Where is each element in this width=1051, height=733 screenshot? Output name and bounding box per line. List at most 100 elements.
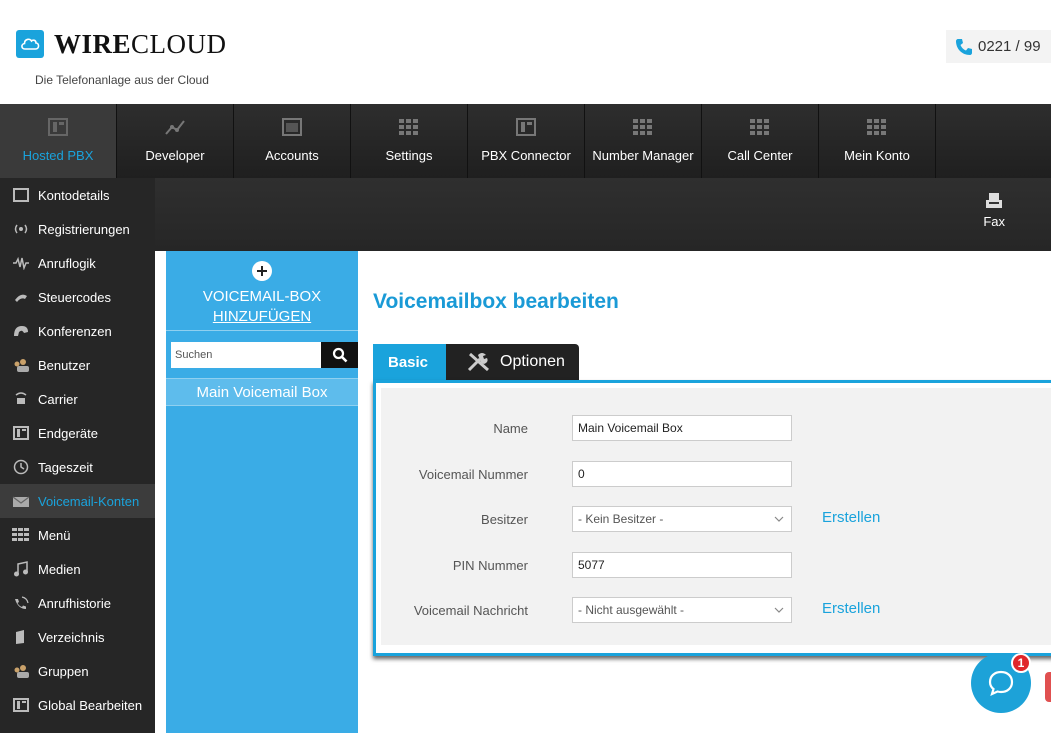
feedback-tab[interactable] [1045,672,1051,702]
sidebar-item-voicemail-konten[interactable]: Voicemail-Konten [0,484,155,518]
voicemail-list-panel: VOICEMAIL-BOX HINZUFÜGEN Main Voicemail … [166,251,358,733]
chevron-down-icon [774,516,784,522]
nav-accounts[interactable]: Accounts [234,104,351,178]
form-row-name: Name [381,415,1051,441]
add-label-line2: HINZUFÜGEN [212,308,312,325]
sidebar-item-gruppen[interactable]: Gruppen [0,654,155,688]
music-icon [12,561,30,577]
owner-select[interactable]: - Kein Besitzer - [572,506,792,532]
create-owner-link[interactable]: Erstellen [822,509,880,526]
voicemail-form: Name Voicemail Nummer Besitzer - Kein Be… [373,380,1051,656]
nav-number-manager[interactable]: Number Manager [585,104,702,178]
sidebar-item-kontodetails[interactable]: Kontodetails [0,178,155,212]
form-row-number: Voicemail Nummer [381,461,1051,487]
sidebar-item-registrierungen[interactable]: Registrierungen [0,212,155,246]
sidebar-item-benutzer[interactable]: Benutzer [0,348,155,382]
pbx-icon [515,116,537,138]
grid-icon [749,116,771,138]
sidebar-item-label: Voicemail-Konten [38,493,140,509]
sidebar-item-verzeichnis[interactable]: Verzeichnis [0,620,155,654]
header: WIRECLOUD Die Telefonanlage aus der Clou… [0,0,1051,104]
sidebar-item-endgeraete[interactable]: Endgeräte [0,416,155,450]
sidebar-item-label: Menü [38,527,71,543]
search-button[interactable] [321,342,358,368]
phone-number[interactable]: 0221 / 99 [946,30,1051,63]
sidebar-item-anruflogik[interactable]: Anruflogik [0,246,155,280]
nav-settings[interactable]: Settings [351,104,468,178]
nav-mein-konto[interactable]: Mein Konto [819,104,936,178]
nav-label: Settings [385,148,433,163]
form-row-owner: Besitzer - Kein Besitzer - Erstellen [381,506,1051,532]
book-icon [12,629,30,645]
handset-icon [12,289,30,305]
sidebar-item-tageszeit[interactable]: Tageszeit [0,450,155,484]
sidebar-item-anrufhistorie[interactable]: Anrufhistorie [0,586,155,620]
voicemail-message-label: Voicemail Nachricht [413,603,528,618]
sidebar-item-label: Verzeichnis [38,629,105,645]
sidebar-item-global-bearbeiten[interactable]: Global Bearbeiten [0,688,155,722]
tagline: Die Telefonanlage aus der Cloud [35,73,209,87]
window-icon [281,116,303,138]
cloud-icon [16,30,44,58]
sidebar-item-steuercodes[interactable]: Steuercodes [0,280,155,314]
voicemail-number-input[interactable] [572,461,792,487]
form-row-pin: PIN Nummer [381,552,1051,578]
fax-label: Fax [983,214,1005,229]
nav-label: PBX Connector [481,148,571,163]
sidebar-item-label: Registrierungen [38,221,130,237]
sidebar-item-medien[interactable]: Medien [0,552,155,586]
create-message-link[interactable]: Erstellen [822,600,880,617]
search-row [171,342,358,368]
add-label: VOICEMAIL-BOX HINZUFÜGEN [203,287,321,327]
fax-button[interactable]: Fax [983,188,1005,229]
nav-label: Hosted PBX [22,148,94,163]
name-input[interactable] [572,415,792,441]
chat-notification-badge: 1 [1011,653,1031,673]
nav-pbx-connector[interactable]: PBX Connector [468,104,585,178]
name-label: Name [493,421,528,436]
sidebar-item-label: Carrier [38,391,78,407]
waveform-icon [12,255,30,271]
message-select-value: - Nicht ausgewählt - [578,603,685,617]
conference-icon [12,323,30,339]
tab-options[interactable]: Optionen [446,344,579,380]
sidebar-item-konferenzen[interactable]: Konferenzen [0,314,155,348]
sidebar-item-label: Anruflogik [38,255,96,271]
sidebar-item-label: Tageszeit [38,459,93,475]
brand-logo[interactable]: WIRECLOUD [16,30,227,58]
group-icon [12,663,30,679]
top-navigation: Hosted PBX Developer Accounts Settings P… [0,104,1051,178]
owner-label: Besitzer [481,512,528,527]
sidebar-item-menue[interactable]: Menü [0,518,155,552]
sidebar-item-label: Endgeräte [38,425,98,441]
nav-label: Call Center [727,148,793,163]
nav-label: Mein Konto [844,148,910,163]
nav-call-center[interactable]: Call Center [702,104,819,178]
form-row-message: Voicemail Nachricht - Nicht ausgewählt -… [381,597,1051,623]
search-input[interactable] [171,342,321,368]
plus-icon [252,261,272,281]
list-item[interactable]: Main Voicemail Box [166,378,358,406]
tab-options-label: Optionen [500,353,565,370]
add-voicemail-box-button[interactable]: VOICEMAIL-BOX HINZUFÜGEN [166,251,358,331]
voicemail-message-select[interactable]: - Nicht ausgewählt - [572,597,792,623]
chat-bubble-icon [988,670,1014,697]
sidebar-item-carrier[interactable]: Carrier [0,382,155,416]
chart-line-icon [164,116,186,138]
carrier-icon [12,391,30,407]
pin-input[interactable] [572,552,792,578]
tab-basic[interactable]: Basic [373,344,446,380]
form-tabs: Basic Optionen [373,344,579,380]
add-label-line1: VOICEMAIL-BOX [202,288,322,305]
nav-developer[interactable]: Developer [117,104,234,178]
tools-icon [467,352,489,372]
sidebar-item-label: Global Bearbeiten [38,697,143,713]
nav-hosted-pbx[interactable]: Hosted PBX [0,104,117,178]
grid-icon [632,116,654,138]
users-icon [12,357,30,373]
sidebar-item-label: Kontodetails [38,187,110,203]
nav-label: Accounts [265,148,319,163]
fax-icon [984,188,1004,214]
form-body: Name Voicemail Nummer Besitzer - Kein Be… [381,388,1051,645]
edit-icon [12,697,30,713]
